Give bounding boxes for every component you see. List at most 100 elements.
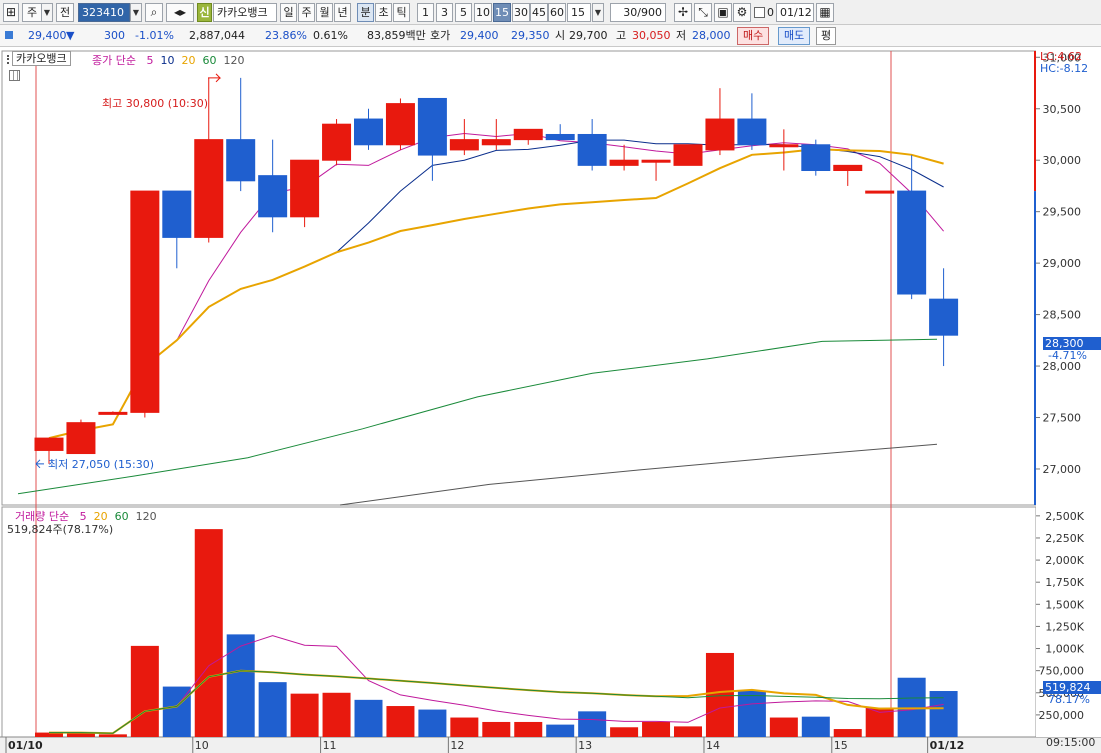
candle-body[interactable] — [162, 190, 192, 238]
candle-body[interactable] — [322, 123, 352, 161]
prev-button[interactable]: 전 — [56, 3, 74, 22]
volume-bar[interactable] — [546, 724, 575, 737]
search-icon[interactable]: ⌕ — [145, 3, 163, 22]
candle-body[interactable] — [545, 133, 575, 141]
minute-button-30[interactable]: 30 — [512, 3, 530, 22]
calendar-icon[interactable]: ▦ — [816, 3, 834, 22]
minute-button-45[interactable]: 45 — [530, 3, 548, 22]
lower-limit-bar — [1034, 191, 1036, 505]
ask-price: 29,400 — [460, 29, 499, 42]
option-checkbox[interactable] — [754, 7, 765, 18]
volume-bar[interactable] — [674, 726, 702, 737]
panel-menu-icon[interactable] — [7, 55, 11, 64]
candle-body[interactable] — [929, 298, 959, 336]
candle-body[interactable] — [34, 437, 64, 451]
volume-bar[interactable] — [769, 717, 798, 737]
volume-bar[interactable] — [801, 716, 830, 737]
minute-button-15[interactable]: 15 — [493, 3, 511, 22]
count-input[interactable]: 30/900 — [610, 3, 666, 22]
period-button-4[interactable]: 분 — [357, 3, 374, 22]
volume-bar[interactable] — [386, 706, 415, 737]
period-button-0[interactable]: 일 — [280, 3, 297, 22]
candle-body[interactable] — [258, 175, 288, 218]
chart-canvas[interactable]: 31,00030,50030,00029,50029,00028,50028,0… — [0, 47, 1101, 753]
candle-body[interactable] — [865, 190, 895, 194]
stock-code-input[interactable]: 323410 — [78, 3, 130, 22]
volume-bar[interactable] — [290, 693, 319, 737]
stock-code-dropdown-icon[interactable]: ▼ — [130, 3, 142, 22]
interval-dropdown-icon[interactable]: ▼ — [592, 3, 604, 22]
candle-body[interactable] — [705, 118, 735, 151]
candle-body[interactable] — [66, 422, 96, 455]
minute-button-60[interactable]: 60 — [548, 3, 566, 22]
x-axis-label: 01/12 — [930, 739, 965, 752]
volume-bar[interactable] — [322, 692, 351, 737]
volume-bar[interactable] — [194, 529, 223, 737]
candle-body[interactable] — [290, 159, 320, 218]
volume-bar[interactable] — [450, 717, 479, 737]
window-menu-icon[interactable]: ⊞ — [3, 3, 19, 22]
minute-button-3[interactable]: 3 — [436, 3, 453, 22]
volume-bar[interactable] — [705, 652, 734, 737]
candle-body[interactable] — [130, 190, 160, 413]
save-icon[interactable]: ▣ — [714, 3, 732, 22]
market-kind-select[interactable]: 주 — [22, 3, 42, 22]
volume-bar[interactable] — [98, 734, 127, 737]
volume-bar[interactable] — [642, 721, 671, 737]
candle-body[interactable] — [226, 139, 256, 182]
volume-bar[interactable] — [226, 634, 255, 737]
period-button-6[interactable]: 틱 — [393, 3, 410, 22]
period-button-1[interactable]: 주 — [298, 3, 315, 22]
candle-body[interactable] — [577, 133, 607, 166]
period-button-3[interactable]: 년 — [334, 3, 351, 22]
average-button[interactable]: 평 — [816, 27, 837, 45]
volume-bar[interactable] — [418, 709, 447, 737]
candle-body[interactable] — [449, 139, 479, 151]
volume-bar[interactable] — [130, 645, 159, 737]
volume-bar[interactable] — [897, 677, 926, 737]
period-button-2[interactable]: 월 — [316, 3, 333, 22]
candle-body[interactable] — [513, 128, 543, 141]
volume-bar[interactable] — [514, 721, 543, 737]
volume-bar[interactable] — [578, 711, 607, 737]
candle-body[interactable] — [801, 144, 831, 172]
volume-bar[interactable] — [354, 699, 383, 737]
candle-body[interactable] — [673, 144, 703, 166]
stock-chart[interactable]: 31,000 30,500 30,000 29,500 29,000 28,500 28,0… — [0, 47, 1101, 753]
volume-bar[interactable] — [482, 721, 511, 737]
candle-body[interactable] — [385, 103, 415, 146]
volume-bar[interactable] — [610, 727, 639, 737]
bid-label: 호가 — [430, 29, 451, 42]
volume-bar[interactable] — [258, 682, 287, 737]
candle-body[interactable] — [417, 97, 447, 156]
interval-input[interactable]: 15 — [567, 3, 591, 22]
candle-body[interactable] — [897, 190, 927, 295]
candle-body[interactable] — [194, 139, 224, 238]
candle-body[interactable] — [737, 118, 767, 146]
market-kind-dropdown-icon[interactable]: ▼ — [41, 3, 53, 22]
draw-tool-icon[interactable]: ⤡ — [694, 3, 712, 22]
gear-icon[interactable]: ⚙ — [733, 3, 751, 22]
sell-button[interactable]: 매도 — [778, 27, 811, 45]
buy-button[interactable]: 매수 — [737, 27, 770, 45]
candle-body[interactable] — [769, 144, 799, 148]
volume-bar[interactable] — [833, 729, 862, 737]
minute-button-5[interactable]: 5 — [455, 3, 472, 22]
candle-body[interactable] — [354, 118, 383, 146]
current-rate-tag: -4.71% — [1048, 349, 1087, 362]
candle-body[interactable] — [609, 159, 639, 166]
candle-body[interactable] — [641, 159, 671, 163]
volume-bar[interactable] — [737, 691, 766, 737]
x-axis-label: 01/10 — [8, 739, 43, 752]
sound-icon[interactable]: ◂▸ — [166, 3, 194, 22]
date-input[interactable]: 01/12 — [776, 3, 814, 22]
crosshair-icon[interactable]: ✢ — [674, 3, 692, 22]
period-button-5[interactable]: 초 — [375, 3, 392, 22]
candle-body[interactable] — [833, 164, 863, 172]
price-panel-name: 카카오뱅크 — [12, 51, 71, 66]
minute-button-1[interactable]: 1 — [417, 3, 434, 22]
grid-toggle-icon[interactable] — [9, 70, 20, 81]
minute-button-10[interactable]: 10 — [474, 3, 492, 22]
candle-body[interactable] — [98, 411, 128, 415]
candle-body[interactable] — [481, 139, 511, 146]
